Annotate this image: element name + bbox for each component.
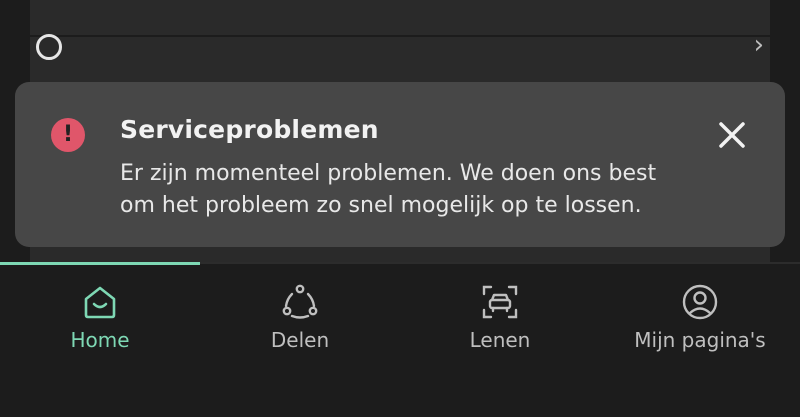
tab-label: Home	[70, 328, 130, 352]
list-item-icon	[36, 34, 62, 60]
chevron-right-icon: ›	[753, 30, 764, 60]
tab-home[interactable]: Home	[0, 264, 200, 374]
alert-icon: !	[51, 118, 85, 152]
car-icon	[482, 285, 518, 319]
close-icon	[719, 122, 745, 148]
service-problem-toast: ! Serviceproblemen Er zijn momenteel pro…	[15, 82, 785, 247]
tab-delen[interactable]: Delen	[200, 264, 400, 374]
user-icon	[682, 284, 718, 320]
tab-label: Mijn pagina's	[634, 328, 766, 352]
tab-label: Lenen	[469, 328, 531, 352]
toast-message: Er zijn momenteel problemen. We doen ons…	[120, 161, 657, 218]
toast-title: Serviceproblemen	[120, 115, 379, 144]
bottom-tab-bar: Home Delen Lenen Mijn pagina's	[0, 262, 800, 417]
list-divider	[30, 35, 770, 37]
close-button[interactable]	[715, 118, 749, 152]
share-icon	[282, 284, 318, 319]
tab-mijn-paginas[interactable]: Mijn pagina's	[600, 264, 800, 374]
home-icon	[84, 286, 116, 319]
tab-lenen[interactable]: Lenen	[400, 264, 600, 374]
app-screen: › ! Serviceproblemen Er zijn momenteel p…	[0, 0, 800, 417]
tab-label: Delen	[270, 328, 330, 352]
